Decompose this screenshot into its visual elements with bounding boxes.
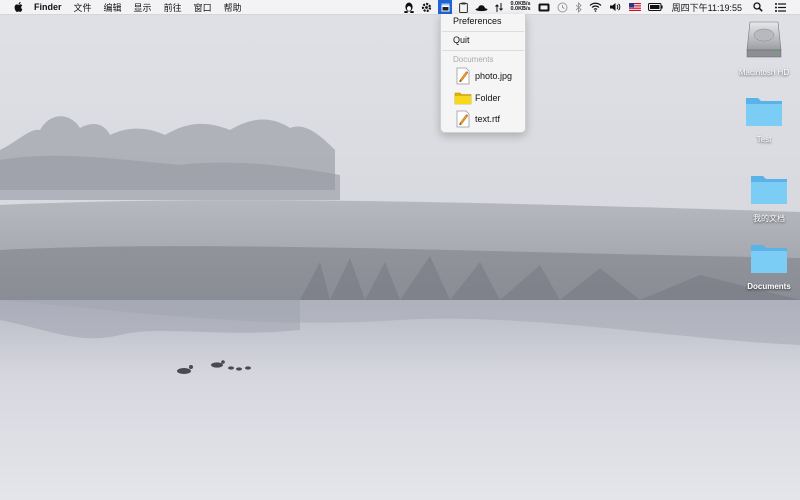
spotlight-search-icon[interactable]: [753, 0, 763, 14]
us-flag-icon[interactable]: [628, 0, 641, 14]
app-window-icon[interactable]: [438, 0, 453, 14]
hard-drive-icon: [746, 21, 782, 58]
document-pencil-icon: [456, 67, 470, 85]
gear-icon[interactable]: [421, 0, 432, 14]
yellow-folder-icon: [454, 92, 472, 105]
file-name: photo.jpg: [475, 71, 513, 81]
desktop-icon-macintosh-hd[interactable]: Macintosh HD: [729, 20, 799, 77]
apple-icon[interactable]: [13, 1, 25, 13]
file-item-photo[interactable]: photo.jpg: [454, 67, 512, 85]
documents-section-header: Documents: [453, 55, 494, 64]
menubar-clock[interactable]: 周四下午11:19:55: [672, 1, 742, 14]
desktop-icon-label: Documents: [747, 282, 791, 291]
battery-meter-icon[interactable]: [538, 0, 550, 14]
folder-icon: [751, 245, 787, 273]
clipboard-icon[interactable]: [459, 0, 469, 14]
menu-file[interactable]: 文件: [74, 1, 92, 14]
desktop-icon-my-documents[interactable]: 我的文档: [734, 173, 800, 224]
status-menu-dropdown: Preferences Quit Documents photo.jpg Fol…: [440, 14, 526, 133]
file-item-text[interactable]: text.rtf: [454, 110, 500, 128]
desktop-icon-label: Macintosh HD: [738, 68, 790, 77]
menu-bar: Finder 文件 编辑 显示 前往 窗口 帮助 0.0KB/s 0.0KB/s: [0, 0, 800, 15]
menu-edit[interactable]: 编辑: [104, 1, 122, 14]
notification-list-icon[interactable]: [775, 0, 786, 14]
netspeed-readout[interactable]: 0.0KB/s 0.0KB/s: [510, 1, 531, 13]
network-arrows-icon[interactable]: [495, 0, 504, 14]
desktop-icon-documents[interactable]: Documents: [734, 242, 800, 291]
wifi-icon[interactable]: [589, 0, 602, 14]
desktop-wallpaper: [0, 0, 800, 500]
menu-separator: [442, 50, 524, 51]
quit-menu-item[interactable]: Quit: [453, 35, 470, 45]
desktop-icon-test[interactable]: Test: [729, 95, 799, 144]
menu-view[interactable]: 显示: [134, 1, 152, 14]
app-menu-finder[interactable]: Finder: [34, 2, 62, 12]
file-name: text.rtf: [475, 114, 501, 124]
document-pencil-icon: [456, 110, 470, 128]
menu-separator: [442, 31, 524, 32]
download-speed: 0.0KB/s: [510, 6, 531, 12]
preferences-menu-item[interactable]: Preferences: [453, 16, 502, 26]
desktop-icon-label: 我的文档: [753, 214, 785, 223]
bowler-hat-icon[interactable]: [475, 0, 488, 14]
volume-icon[interactable]: [609, 0, 622, 14]
menu-go[interactable]: 前往: [164, 1, 182, 14]
menu-help[interactable]: 帮助: [224, 1, 242, 14]
battery-icon[interactable]: [647, 0, 663, 14]
qq-penguin-icon[interactable]: [404, 0, 415, 14]
bluetooth-icon[interactable]: [575, 0, 582, 14]
desktop-icon-label: Test: [756, 135, 772, 144]
folder-icon: [751, 176, 787, 204]
file-name: Folder: [475, 93, 501, 103]
menu-window[interactable]: 窗口: [194, 1, 212, 14]
file-item-folder[interactable]: Folder: [454, 89, 501, 107]
folder-icon: [746, 98, 782, 126]
time-machine-icon[interactable]: [557, 0, 568, 14]
